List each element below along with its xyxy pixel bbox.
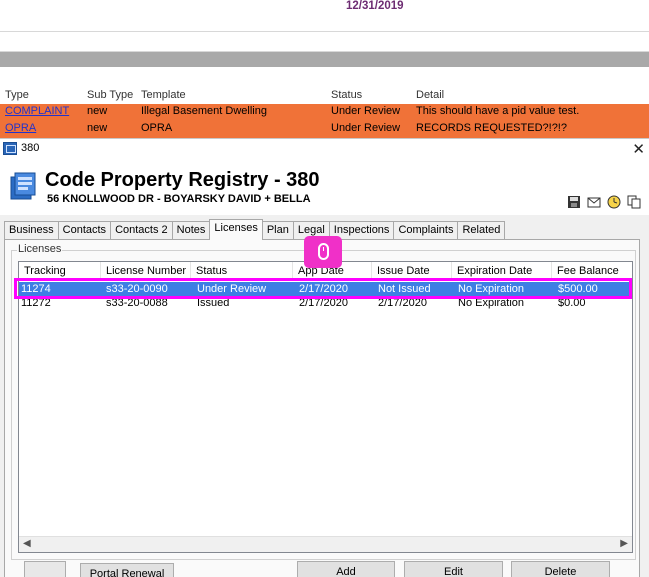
portal-icon-button[interactable]: [24, 561, 66, 577]
group-label: Licenses: [17, 243, 63, 255]
records-header: Type Sub Type Template Status Detail: [0, 88, 649, 103]
col-type: Type: [5, 89, 29, 101]
tab-complaints[interactable]: Complaints: [393, 221, 459, 239]
dialog-titlebar: 380 ✕: [0, 139, 649, 159]
scroll-right-icon[interactable]: ▶: [620, 538, 628, 549]
record-template: OPRA: [141, 122, 173, 134]
window-app-icon: [3, 142, 17, 155]
col-detail: Detail: [416, 89, 445, 101]
record-type-link[interactable]: COMPLAINT: [5, 105, 69, 117]
mail-icon[interactable]: [587, 195, 601, 209]
selection-highlight: [14, 278, 632, 299]
col-template: Template: [141, 89, 186, 101]
date-label: 12/31/2019: [346, 0, 404, 12]
tab-strip: Business Contacts Contacts 2 Notes Licen…: [4, 219, 506, 240]
tab-licenses[interactable]: Licenses: [209, 219, 263, 240]
edit-button[interactable]: Edit: [404, 561, 503, 577]
tab-notes[interactable]: Notes: [171, 221, 211, 239]
record-type-link[interactable]: OPRA: [5, 122, 36, 134]
tab-contacts-2[interactable]: Contacts 2: [110, 221, 173, 239]
record-status: Under Review: [331, 105, 401, 117]
save-icon[interactable]: [567, 195, 581, 209]
blank-row: [0, 32, 649, 52]
delete-button[interactable]: Delete: [511, 561, 610, 577]
window-title: 380: [21, 142, 40, 154]
dialog-header: Code Property Registry - 380 56 KNOLLWOO…: [0, 159, 649, 215]
tab-business[interactable]: Business: [4, 221, 59, 239]
record-subtype: new: [87, 105, 108, 117]
spacer: [0, 67, 649, 88]
gray-band: [0, 52, 649, 67]
tab-related[interactable]: Related: [457, 221, 506, 239]
add-button[interactable]: Add: [297, 561, 395, 577]
clock-icon[interactable]: [607, 195, 621, 209]
horizontal-scrollbar[interactable]: ◀ ▶: [19, 536, 632, 552]
page-title: Code Property Registry - 380: [45, 169, 320, 191]
col-status: Status: [331, 89, 363, 101]
col-subtype: Sub Type: [87, 89, 134, 101]
copy-icon[interactable]: [627, 195, 641, 209]
header-toolbar: [567, 195, 641, 209]
mouse-icon: [318, 243, 329, 260]
close-icon[interactable]: ✕: [632, 140, 645, 158]
property-subtitle: 56 KNOLLWOOD DR - BOYARSKY DAVID + BELLA: [47, 193, 311, 205]
portal-renewal-button[interactable]: Portal Renewal: [80, 563, 174, 577]
date-bar: 12/31/2019: [0, 0, 649, 32]
mouse-cursor-badge: [304, 236, 342, 268]
registry-icon: [10, 172, 36, 200]
record-template: Illegal Basement Dwelling: [141, 105, 267, 117]
record-row[interactable]: OPRA new OPRA Under Review RECORDS REQUE…: [0, 121, 649, 138]
licenses-grid[interactable]: Tracking License Number Status App Date …: [18, 261, 633, 553]
scroll-left-icon[interactable]: ◀: [23, 538, 31, 549]
record-detail: RECORDS REQUESTED?!?!?: [416, 122, 567, 134]
record-row[interactable]: COMPLAINT new Illegal Basement Dwelling …: [0, 104, 649, 121]
tab-contacts[interactable]: Contacts: [57, 221, 112, 239]
tab-plan[interactable]: Plan: [261, 221, 294, 239]
record-subtype: new: [87, 122, 108, 134]
record-detail: This should have a pid value test.: [416, 105, 580, 117]
record-status: Under Review: [331, 122, 401, 134]
